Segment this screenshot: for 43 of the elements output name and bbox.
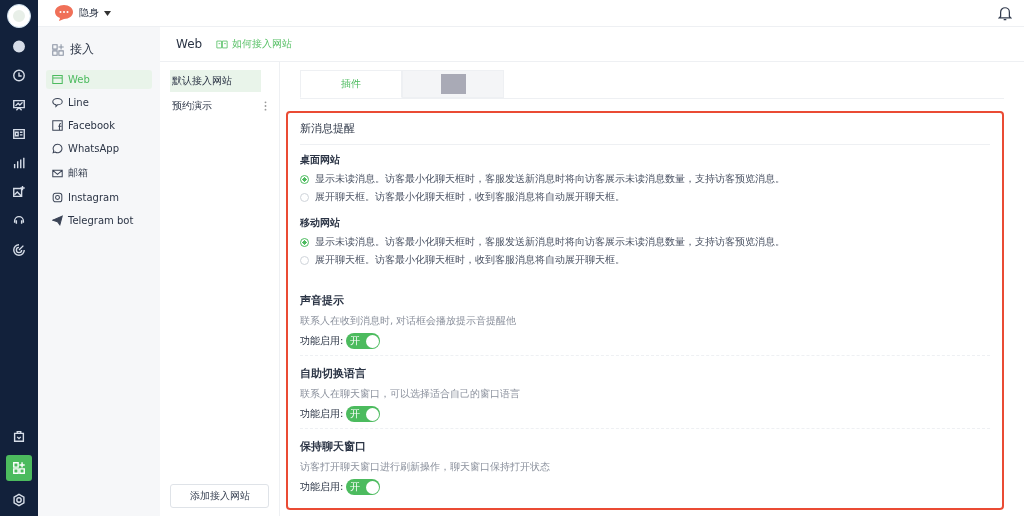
description-text: 访客打开聊天窗口进行刷新操作，聊天窗口保持打开状态 [300, 460, 551, 474]
group-title: 移动网站 [300, 216, 341, 230]
radio-option[interactable]: 显示未读消息。访客最小化聊天框时，客服发送新消息时将向访客展示未读消息数量，支持访客预览消息。 [300, 172, 990, 186]
redacted-block [440, 74, 466, 94]
channel-item[interactable]: Instagram [46, 188, 152, 207]
page-title: Web [176, 37, 203, 51]
radio-option[interactable]: 显示未读消息。访客最小化聊天框时，客服发送新消息时将向访客展示未读消息数量，支持访客预览消息。 [300, 235, 990, 249]
panel-title: 接入 [70, 41, 94, 58]
book-icon [216, 39, 229, 49]
group-title: 桌面网站 [300, 153, 341, 167]
caret-icon [104, 10, 111, 16]
mail-icon [52, 167, 63, 179]
section-title: 新消息提醒 [300, 119, 990, 145]
radio-option[interactable]: 展开聊天框。访客最小化聊天框时，收到客服消息将自动展开聊天框。 [300, 253, 990, 267]
channel-item[interactable]: Line [46, 93, 152, 112]
instagram-icon [52, 192, 63, 203]
enable-label: 功能启用: [300, 334, 344, 348]
enable-label: 功能启用: [300, 480, 344, 494]
browser-icon [52, 74, 63, 85]
site-item[interactable]: 默认接入网站 [170, 70, 261, 92]
channel-item[interactable]: Facebook [46, 116, 152, 135]
description-text: 联系人在聊天窗口，可以选择适合自己的窗口语言 [300, 387, 521, 401]
enable-label: 功能启用: [300, 407, 344, 421]
more-icon[interactable] [264, 101, 267, 111]
facebook-icon [52, 120, 63, 131]
radio-option[interactable]: 展开聊天框。访客最小化聊天框时，收到客服消息将自动展开聊天框。 [300, 190, 990, 204]
status-label: 隐身 [79, 6, 99, 20]
section-title: 声音提示 [300, 293, 345, 308]
section-title: 保持聊天窗口 [300, 439, 367, 454]
channel-item[interactable]: Telegram bot [46, 211, 152, 230]
apps-icon[interactable] [6, 455, 32, 481]
channel-item[interactable]: WhatsApp [46, 139, 152, 158]
status-dropdown[interactable]: 隐身 [54, 4, 111, 22]
section-title: 自助切换语言 [300, 366, 367, 381]
description-text: 联系人在收到消息时, 对话框会播放提示音提醒他 [300, 314, 518, 328]
app-logo-icon[interactable] [7, 4, 31, 28]
add-site-button[interactable]: 添加接入网站 [170, 484, 269, 508]
site-item[interactable]: 预约演示 [170, 95, 269, 117]
whatsapp-icon [52, 143, 63, 154]
telegram-icon [52, 215, 63, 226]
channel-item[interactable]: 邮箱 [46, 162, 152, 184]
notification-bell-icon[interactable] [998, 5, 1012, 21]
apps-icon [51, 42, 65, 57]
